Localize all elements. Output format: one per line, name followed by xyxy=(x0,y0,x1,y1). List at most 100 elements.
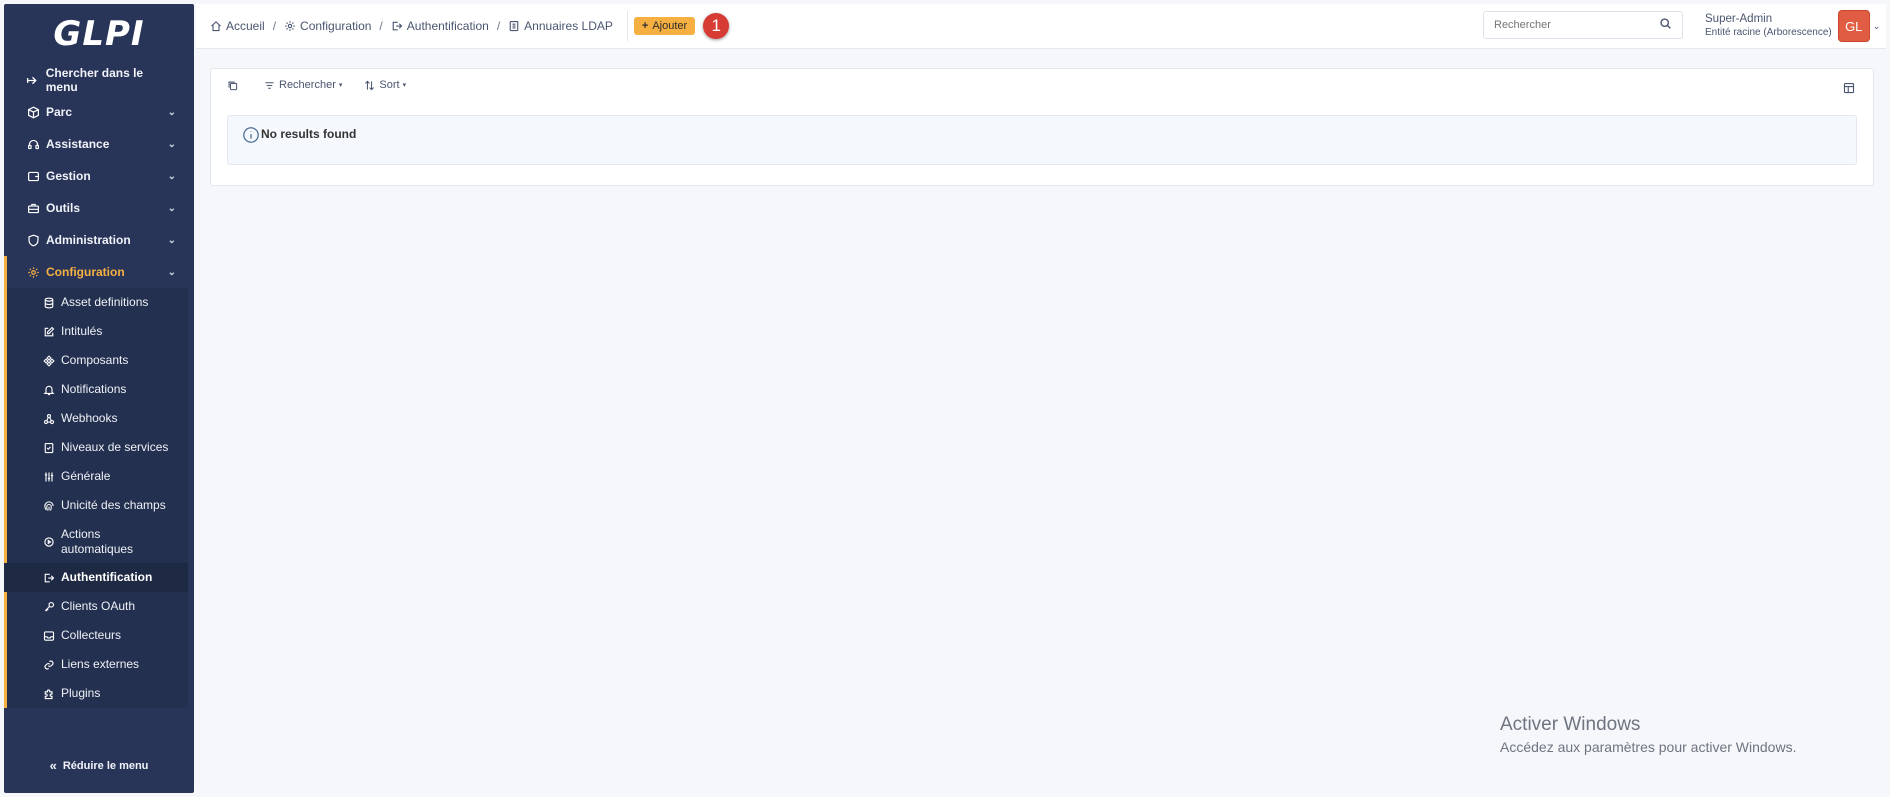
search-filter-label: Rechercher xyxy=(279,79,336,91)
puzzle-icon xyxy=(42,687,55,700)
user-menu[interactable]: Super-Admin Entité racine (Arborescence)… xyxy=(1705,10,1880,42)
sidebar-item-label: Administration xyxy=(46,233,131,247)
sort-label: Sort xyxy=(379,79,400,91)
sidebar-item-label: Webhooks xyxy=(61,411,118,425)
breadcrumb-separator: / xyxy=(272,19,277,33)
copy-icon xyxy=(227,80,238,91)
glpi-logo[interactable]: GLPI xyxy=(4,4,194,64)
bell-icon xyxy=(42,383,55,396)
avatar[interactable]: GL xyxy=(1837,10,1870,42)
arrow-right-icon xyxy=(26,73,40,87)
sidebar-item-label: Parc xyxy=(46,105,73,119)
breadcrumb-label: Accueil xyxy=(226,19,265,33)
chevron-down-icon: ⌄ xyxy=(167,138,176,150)
sidebar-item-label: Niveaux de services xyxy=(61,440,169,454)
filter-icon xyxy=(264,80,275,91)
gear-icon xyxy=(26,265,40,279)
main-nav: Chercher dans le menu Parc ⌄ Assistance … xyxy=(4,64,194,708)
login-icon xyxy=(42,571,55,584)
sidebar-item-label: Gestion xyxy=(46,169,91,183)
layout-toggle-icon[interactable] xyxy=(1843,81,1855,99)
sort-button[interactable]: Sort ▾ xyxy=(364,79,406,91)
sidebar-item-configuration[interactable]: Configuration ⌄ xyxy=(4,256,194,288)
windows-activation-watermark: Activer Windows Accédez aux paramètres p… xyxy=(1500,713,1796,757)
search-filter-button[interactable]: Rechercher ▾ xyxy=(264,79,342,91)
top-bar: Accueil / Configuration / Authentificati… xyxy=(196,4,1886,49)
configuration-submenu: Asset definitions Intitulés Composants N… xyxy=(4,288,188,708)
sidebar-item-plugins[interactable]: Plugins xyxy=(4,679,188,708)
sidebar-item-gestion[interactable]: Gestion ⌄ xyxy=(4,160,194,192)
breadcrumb-label: Authentification xyxy=(406,19,489,33)
sidebar-item-notifications[interactable]: Notifications xyxy=(4,375,188,404)
list-toolbar: Rechercher ▾ Sort ▾ xyxy=(227,79,428,91)
step-badge: 1 xyxy=(703,13,730,39)
breadcrumb-label: Annuaires LDAP xyxy=(524,19,613,33)
sidebar-item-label: Asset definitions xyxy=(61,295,149,309)
sidebar-item-assistance[interactable]: Assistance ⌄ xyxy=(4,128,194,160)
sidebar-item-label: Notifications xyxy=(61,382,127,396)
sort-icon xyxy=(364,80,375,91)
sidebar-item-label: Clients OAuth xyxy=(61,599,136,613)
sidebar-item-parc[interactable]: Parc ⌄ xyxy=(4,96,194,128)
sidebar-item-authentification[interactable]: Authentification xyxy=(4,563,188,592)
add-button-label: Ajouter xyxy=(652,20,688,32)
sidebar-item-administration[interactable]: Administration ⌄ xyxy=(4,224,194,256)
divider xyxy=(626,11,628,41)
sidebar-item-niveaux-de-services[interactable]: Niveaux de services xyxy=(4,433,188,462)
sidebar-item-intitules[interactable]: Intitulés xyxy=(4,317,188,346)
login-icon xyxy=(391,20,403,32)
sidebar-item-outils[interactable]: Outils ⌄ xyxy=(4,192,194,224)
sidebar: GLPI Chercher dans le menu Parc ⌄ Assist… xyxy=(4,4,194,793)
breadcrumb-authentification[interactable]: Authentification xyxy=(391,19,489,33)
no-results-message: No results found xyxy=(261,127,357,141)
sidebar-item-clients-oauth[interactable]: Clients OAuth xyxy=(4,592,188,621)
shield-icon xyxy=(26,233,40,247)
edit-icon xyxy=(42,325,55,338)
sidebar-item-label: Chercher dans le menu xyxy=(45,66,144,94)
dropdown-icon: ▾ xyxy=(338,82,343,89)
sliders-icon xyxy=(42,470,55,483)
sidebar-item-label: Outils xyxy=(46,201,81,215)
sidebar-item-actions-automatiques[interactable]: Actions automatiques xyxy=(4,520,188,563)
breadcrumb-label: Configuration xyxy=(300,19,372,33)
breadcrumb-annuaires-ldap[interactable]: Annuaires LDAP xyxy=(508,19,613,33)
box-icon xyxy=(26,105,40,119)
user-name: Super-Admin xyxy=(1705,13,1773,25)
sidebar-item-label: Liens externes xyxy=(61,657,140,671)
home-icon xyxy=(210,20,222,32)
collapse-menu-button[interactable]: « Réduire le menu xyxy=(4,758,194,773)
briefcase-icon xyxy=(26,201,40,215)
sidebar-item-search-menu[interactable]: Chercher dans le menu xyxy=(4,64,194,96)
chevron-down-icon: ⌄ xyxy=(167,106,176,118)
chevron-down-icon: ⌄ xyxy=(167,202,176,214)
sidebar-item-generale[interactable]: Générale xyxy=(4,462,188,491)
sidebar-item-label: Intitulés xyxy=(61,324,103,338)
chevron-down-icon: ⌄ xyxy=(167,234,176,246)
webhook-icon xyxy=(42,412,55,425)
search-input[interactable] xyxy=(1494,19,1659,31)
sidebar-item-label: Unicité des champs xyxy=(61,498,166,512)
sidebar-item-unicite-des-champs[interactable]: Unicité des champs xyxy=(4,491,188,520)
results-card: Rechercher ▾ Sort ▾ No results found xyxy=(210,68,1874,186)
sidebar-item-liens-externes[interactable]: Liens externes xyxy=(4,650,188,679)
sidebar-item-label: Générale xyxy=(61,469,111,483)
sidebar-item-asset-definitions[interactable]: Asset definitions xyxy=(4,288,188,317)
sidebar-item-webhooks[interactable]: Webhooks xyxy=(4,404,188,433)
breadcrumb-home[interactable]: Accueil xyxy=(210,19,265,33)
breadcrumb-configuration[interactable]: Configuration xyxy=(284,19,371,33)
search-icon[interactable] xyxy=(1659,17,1672,33)
user-info: Super-Admin Entité racine (Arborescence) xyxy=(1705,12,1832,40)
gear-icon xyxy=(284,20,296,32)
global-search[interactable] xyxy=(1483,11,1683,39)
breadcrumb: Accueil / Configuration / Authentificati… xyxy=(196,19,613,33)
sidebar-item-composants[interactable]: Composants xyxy=(4,346,188,375)
wallet-icon xyxy=(26,169,40,183)
sidebar-item-collecteurs[interactable]: Collecteurs xyxy=(4,621,188,650)
no-results-alert: No results found xyxy=(227,115,1857,165)
chevron-down-icon: ⌄ xyxy=(1872,20,1881,31)
copy-view-button[interactable] xyxy=(227,80,242,91)
breadcrumb-separator: / xyxy=(496,19,501,33)
add-button[interactable]: + Ajouter xyxy=(633,17,696,35)
headset-icon xyxy=(26,137,40,151)
collapse-menu-label: Réduire le menu xyxy=(62,759,149,772)
